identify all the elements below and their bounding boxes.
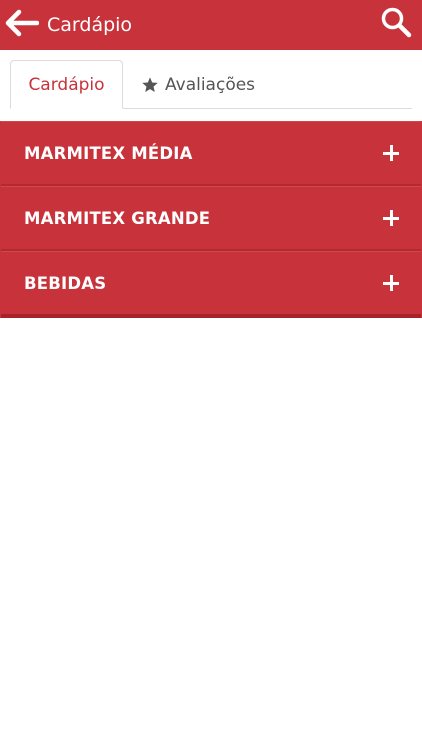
app-bar: Cardápio bbox=[0, 0, 422, 50]
arrow-left-icon bbox=[5, 9, 40, 41]
star-icon bbox=[141, 76, 159, 94]
page-title: Cardápio bbox=[47, 14, 133, 36]
menu-accordion: MARMITEX MÉDIA MARMITEX GRANDE BEBIDAS bbox=[0, 121, 422, 318]
section-label: MARMITEX GRANDE bbox=[24, 208, 211, 228]
section-bebidas[interactable]: BEBIDAS bbox=[1, 251, 421, 318]
section-marmitex-grande[interactable]: MARMITEX GRANDE bbox=[1, 186, 421, 251]
section-marmitex-media[interactable]: MARMITEX MÉDIA bbox=[1, 121, 421, 186]
tab-avaliacoes[interactable]: Avaliações bbox=[141, 60, 255, 109]
section-label: BEBIDAS bbox=[24, 273, 107, 293]
search-icon bbox=[380, 6, 412, 42]
tab-cardapio[interactable]: Cardápio bbox=[10, 60, 123, 109]
search-button[interactable] bbox=[378, 6, 414, 42]
plus-icon[interactable] bbox=[383, 275, 399, 291]
back-button[interactable] bbox=[4, 8, 40, 42]
tab-label: Avaliações bbox=[165, 74, 256, 95]
plus-icon[interactable] bbox=[383, 210, 399, 226]
section-label: MARMITEX MÉDIA bbox=[24, 143, 193, 163]
plus-icon[interactable] bbox=[383, 145, 399, 161]
tab-label: Cardápio bbox=[28, 74, 105, 95]
